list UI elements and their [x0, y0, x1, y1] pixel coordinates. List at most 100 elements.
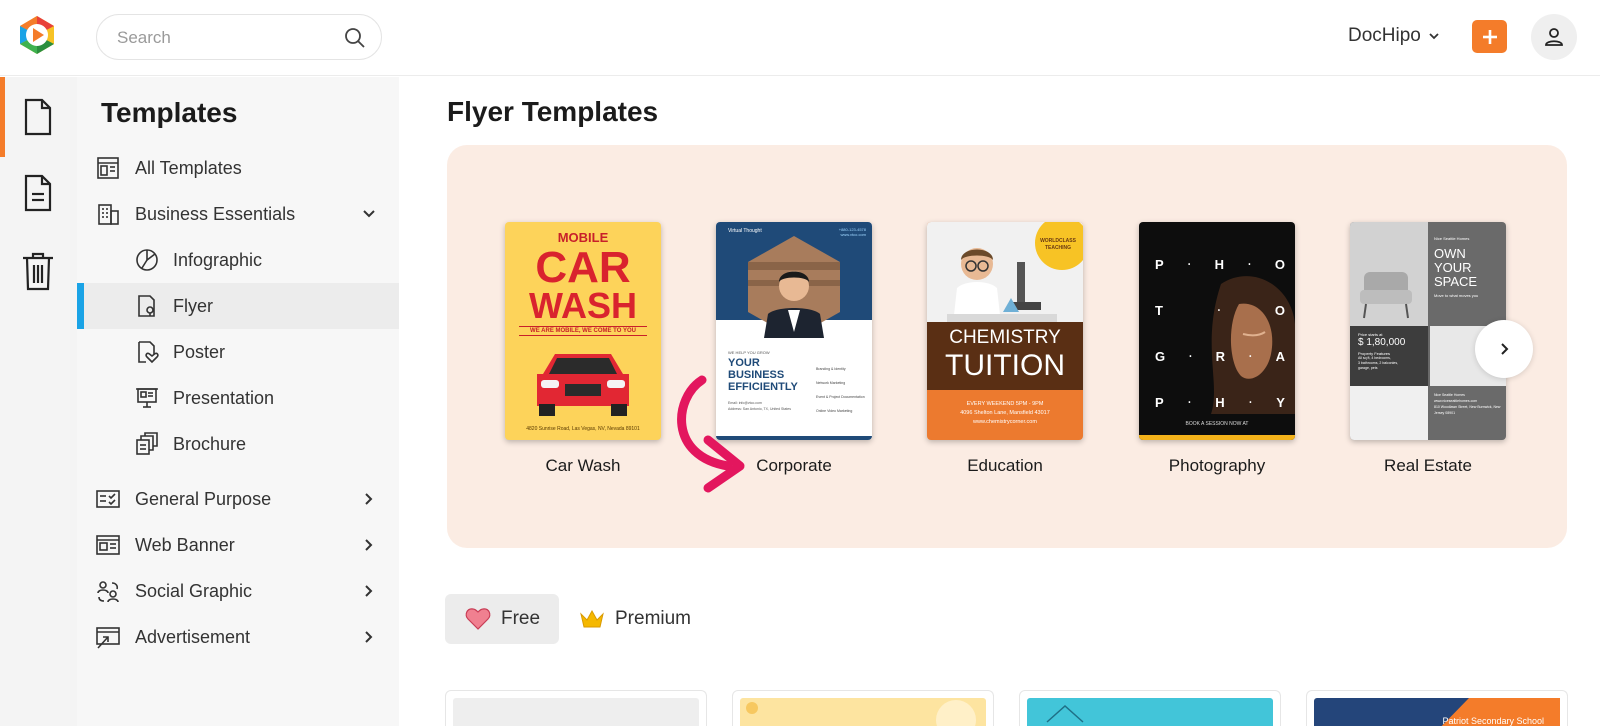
corporate-service: Network Marketing: [816, 381, 846, 385]
free-filter-button[interactable]: Free: [445, 594, 559, 644]
category-card-education[interactable]: WORLDCLASS TEACHING CHEMISTRY TUITION EV…: [927, 222, 1083, 476]
social-icon: [97, 581, 119, 603]
photography-letter: O: [1274, 303, 1285, 318]
sidebar-item-all-templates[interactable]: All Templates: [77, 145, 399, 191]
search-box[interactable]: [96, 14, 382, 60]
education-badge: WORLDCLASS TEACHING: [1035, 238, 1081, 252]
corporate-line1: YOUR: [728, 357, 760, 369]
real-estate-footer: Nice Seattle Homes www.niceseattlehomes.…: [1434, 392, 1504, 416]
real-estate-headline: Nice Seattle Homes OWN YOUR SPACE Move t…: [1434, 236, 1504, 298]
sidebar-item-label: Presentation: [173, 387, 275, 408]
card-caption: Education: [967, 456, 1043, 475]
rail-trash-button[interactable]: [18, 249, 58, 293]
real-estate-feature: garage, pets: [1358, 366, 1378, 370]
premium-filter-button[interactable]: Premium: [579, 594, 709, 644]
photography-dot: •: [1248, 262, 1251, 268]
rail-documents-button[interactable]: [18, 171, 58, 215]
corporate-service: Online Video Marketing: [816, 409, 853, 413]
template-tile[interactable]: [732, 690, 994, 726]
chevron-down-icon: [1429, 33, 1439, 40]
car-wash-big2: WASH: [529, 285, 637, 326]
search-input[interactable]: [117, 25, 327, 51]
sidebar-title: Templates: [101, 97, 238, 128]
real-estate-price: $ 1,80,000: [1358, 337, 1406, 348]
real-estate-h3: SPACE: [1434, 274, 1478, 289]
flyer-icon: [138, 295, 155, 317]
sidebar-item-advertisement[interactable]: Advertisement: [77, 614, 399, 660]
card-caption: Photography: [1168, 456, 1266, 475]
photography-letter: P: [1155, 395, 1164, 410]
chevron-right-icon: [365, 585, 373, 597]
photography-row: P • H • Y: [1155, 380, 1285, 426]
sidebar-item-brochure[interactable]: Brochure: [77, 421, 399, 467]
chevron-right-icon: [365, 539, 373, 551]
templates-sidebar: Templates All Templates Business Essenti…: [77, 77, 399, 726]
photography-letter: G: [1155, 349, 1166, 364]
category-card-photography[interactable]: P • H • O T • O G • R • A P • H • Y BOOK A SESSION NOW…: [1139, 222, 1295, 476]
book-icon: [1046, 704, 1084, 723]
document-icon: [24, 98, 52, 136]
search-icon[interactable]: [343, 26, 367, 50]
chevron-right-icon: [1501, 343, 1509, 355]
trash-icon: [23, 252, 53, 291]
education-details: EVERY WEEKEND 5PM - 9PM 4096 Shelton Lan…: [927, 400, 1083, 427]
poster-heart-icon: [138, 341, 159, 364]
photography-footer: BOOK A SESSION NOW AT: [1185, 421, 1249, 427]
sidebar-item-label: General Purpose: [135, 488, 272, 509]
building-icon: [98, 204, 119, 225]
template-tile-preview: Patriot Secondary School: [1314, 698, 1560, 726]
create-new-button[interactable]: [1472, 20, 1507, 53]
web-banner-icon: [96, 535, 120, 555]
top-bar: DocHipo: [0, 0, 1600, 76]
photography-letter: Y: [1276, 395, 1285, 410]
real-estate-brand: Nice Seattle Homes: [1434, 236, 1470, 241]
sidebar-item-presentation[interactable]: Presentation: [77, 375, 399, 421]
businessman-photo: [748, 236, 840, 338]
car-wash-big1: CAR: [535, 243, 631, 292]
page-title: Flyer Templates: [447, 96, 659, 127]
user-icon: [1545, 28, 1563, 46]
template-tile[interactable]: Patriot Secondary School: [1306, 690, 1568, 726]
carousel-next-button[interactable]: [1475, 320, 1533, 378]
corporate-services: Branding & Identity Network Marketing Ev…: [816, 362, 865, 418]
photography-dot: •: [1189, 354, 1192, 360]
account-dropdown[interactable]: DocHipo: [1348, 22, 1441, 50]
sidebar-item-business-essentials[interactable]: Business Essentials: [77, 191, 399, 237]
education-schedule: EVERY WEEKEND 5PM - 9PM: [966, 401, 1044, 407]
car-wash-sub: WE ARE MOBILE, WE COME TO YOU: [519, 326, 647, 336]
template-tile[interactable]: [445, 690, 707, 726]
template-tile[interactable]: [1019, 690, 1281, 726]
rail-templates-button[interactable]: [18, 95, 58, 139]
real-estate-price-block: Price starts at $ 1,80,000 Property Feat…: [1358, 332, 1426, 371]
sidebar-item-label: Social Graphic: [135, 580, 253, 601]
sidebar-item-web-banner[interactable]: Web Banner: [77, 522, 399, 568]
sidebar-item-infographic[interactable]: Infographic: [77, 237, 399, 283]
real-estate-h2: YOUR: [1434, 260, 1472, 275]
sidebar-item-poster[interactable]: Poster: [77, 329, 399, 375]
left-rail: [0, 77, 77, 726]
category-card-car-wash[interactable]: MOBILE CAR WASH WE ARE MOBILE, WE COME T…: [505, 222, 661, 476]
photography-letters: P • H • O T • O G • R • A P • H • Y: [1155, 242, 1285, 426]
photography-thumbnail: P • H • O T • O G • R • A P • H • Y BOOK A SESSION NOW…: [1139, 222, 1295, 440]
brochure-icon: [136, 432, 158, 455]
sidebar-item-general-purpose[interactable]: General Purpose: [77, 476, 399, 522]
education-badge-line1: WORLDCLASS: [1040, 238, 1076, 244]
card-caption: Car Wash: [545, 456, 621, 475]
sidebar-item-flyer[interactable]: Flyer: [77, 283, 399, 329]
user-avatar-button[interactable]: [1531, 14, 1577, 60]
sidebar-item-label: Poster: [173, 341, 226, 362]
photography-letter: T: [1155, 303, 1163, 318]
dochipo-logo[interactable]: [16, 14, 58, 56]
plus-icon: [1482, 29, 1497, 44]
photography-dot: •: [1188, 400, 1191, 406]
education-badge-line2: TEACHING: [1044, 245, 1072, 251]
photography-dot: •: [1188, 262, 1191, 268]
car-wash-footer: 4820 Sunrise Road, Las Vegas, NV, Nevada…: [526, 426, 640, 432]
corporate-site: www.vtco.com: [840, 232, 866, 237]
corporate-brand: Virtual Thought: [728, 228, 762, 234]
sidebar-item-social-graphic[interactable]: Social Graphic: [77, 568, 399, 614]
photography-letter: O: [1274, 257, 1285, 272]
account-label: DocHipo: [1348, 25, 1421, 46]
chevron-right-icon: [365, 493, 373, 505]
rail-active-indicator: [0, 77, 5, 157]
